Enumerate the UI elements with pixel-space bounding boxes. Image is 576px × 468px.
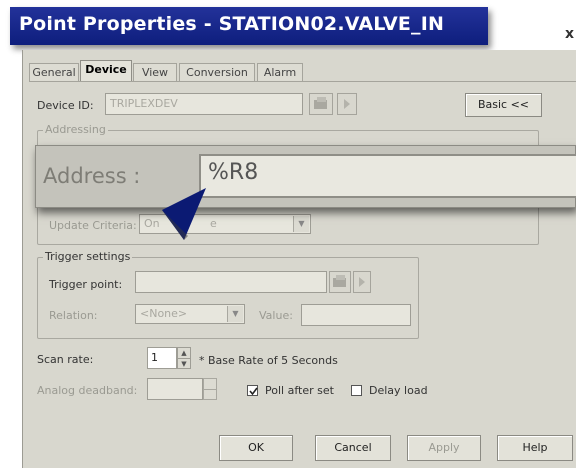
device-id-field[interactable]: TRIPLEXDEV xyxy=(105,93,303,115)
value-label: Value: xyxy=(259,309,293,322)
tab-view[interactable]: View xyxy=(133,63,177,81)
relation-value: <None> xyxy=(140,307,188,320)
trigger-arrow-icon[interactable] xyxy=(353,271,371,293)
value-field[interactable] xyxy=(301,304,411,326)
spin-up-icon[interactable]: ▲ xyxy=(178,348,190,359)
basic-toggle-button[interactable]: Basic << xyxy=(465,93,542,117)
poll-after-set-checkbox[interactable] xyxy=(247,385,258,396)
delay-load-checkbox[interactable] xyxy=(351,385,362,396)
tab-device[interactable]: Device xyxy=(80,60,132,81)
addressing-legend: Addressing xyxy=(43,123,108,136)
base-rate-note: * Base Rate of 5 Seconds xyxy=(199,354,338,367)
trigger-browse-icon[interactable] xyxy=(329,271,351,293)
relation-select[interactable]: <None> ▼ xyxy=(135,304,245,324)
help-button[interactable]: Help xyxy=(497,435,573,461)
trigger-point-label: Trigger point: xyxy=(49,278,123,291)
apply-button[interactable]: Apply xyxy=(407,435,481,461)
scan-rate-label: Scan rate: xyxy=(37,353,94,366)
trigger-settings-group xyxy=(37,257,419,339)
address-label: Address : xyxy=(43,164,141,188)
close-icon[interactable]: x xyxy=(565,26,574,42)
trigger-point-field[interactable] xyxy=(135,271,327,293)
delay-load-label: Delay load xyxy=(369,384,428,397)
tab-divider xyxy=(29,81,576,82)
analog-deadband-label: Analog deadband: xyxy=(37,384,138,397)
tab-general[interactable]: General xyxy=(29,63,79,81)
relation-label: Relation: xyxy=(49,309,98,322)
tab-alarm[interactable]: Alarm xyxy=(257,63,303,81)
window-title: Point Properties - STATION02.VALVE_IN xyxy=(10,7,488,45)
device-id-label: Device ID: xyxy=(37,99,94,112)
update-criteria-value: On xyxy=(144,217,160,230)
ok-button[interactable]: OK xyxy=(219,435,293,461)
address-zoom-callout: Address : %R8 xyxy=(35,145,576,208)
relation-chevron-down-icon[interactable]: ▼ xyxy=(227,306,243,322)
point-properties-dialog: General Device View Conversion Alarm Dev… xyxy=(22,50,576,468)
callout-pointer-icon xyxy=(162,188,206,240)
update-criteria-label: Update Criteria: xyxy=(49,219,137,232)
trigger-settings-legend: Trigger settings xyxy=(43,250,133,263)
cancel-button[interactable]: Cancel xyxy=(315,435,391,461)
deadband-spinner[interactable] xyxy=(203,378,217,400)
deadband-spin-up[interactable] xyxy=(204,379,216,390)
scan-rate-spinner[interactable]: ▲ ▼ xyxy=(177,347,191,369)
analog-deadband-field[interactable] xyxy=(147,378,203,400)
address-field[interactable]: %R8 xyxy=(199,154,576,198)
browse-icon[interactable] xyxy=(309,93,333,115)
arrow-icon[interactable] xyxy=(337,93,357,115)
spin-down-icon[interactable]: ▼ xyxy=(178,359,190,369)
poll-after-set-label: Poll after set xyxy=(265,384,334,397)
chevron-down-icon[interactable]: ▼ xyxy=(293,216,309,232)
tab-conversion[interactable]: Conversion xyxy=(179,63,255,81)
scan-rate-field[interactable]: 1 xyxy=(147,347,177,369)
